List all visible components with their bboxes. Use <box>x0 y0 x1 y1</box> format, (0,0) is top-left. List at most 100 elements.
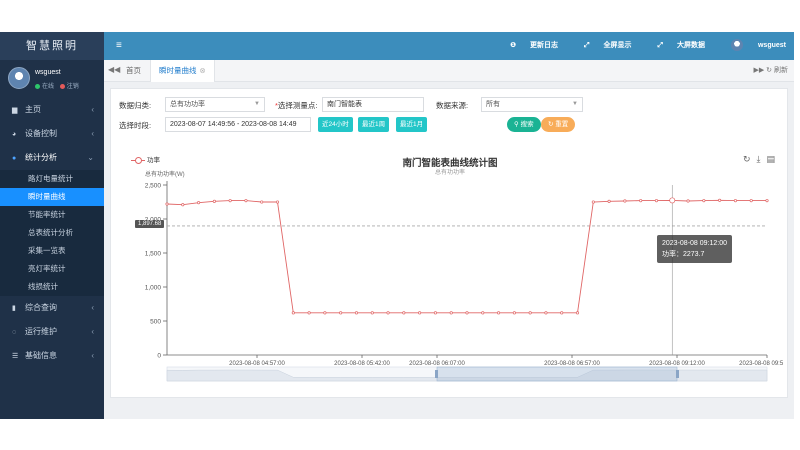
y-tick-label: 500 <box>150 319 161 326</box>
data-point[interactable] <box>512 311 516 315</box>
data-point[interactable] <box>639 199 643 203</box>
sidebar-subitem-streetlight-power[interactable]: 路灯电量统计 <box>0 170 104 188</box>
tab-scroll-right-icon[interactable]: ▶▶ <box>753 67 764 74</box>
last-month-button[interactable]: 最近1月 <box>396 117 428 132</box>
source-label: 数据来源: <box>436 101 469 110</box>
caret-down-icon: ▼ <box>572 101 578 107</box>
reset-button[interactable]: ↻ 重置 <box>541 117 576 132</box>
user-menu[interactable]: wsguest <box>719 39 786 52</box>
logout-icon[interactable] <box>59 83 65 89</box>
sidebar-subitem-meter-analysis[interactable]: 总表统计分析 <box>0 224 104 242</box>
datazoom-handle-left[interactable] <box>435 370 438 378</box>
chevron-left-icon: ‹ <box>91 303 94 312</box>
sidebar-item-maintenance[interactable]: ◌ 运行维护 ‹ <box>0 320 104 344</box>
chevron-down-icon: ⌄ <box>87 153 94 162</box>
data-point[interactable] <box>733 199 737 203</box>
data-point[interactable] <box>465 311 469 315</box>
data-point[interactable] <box>275 200 280 204</box>
sidebar-subitem-instant-curve[interactable]: 瞬时量曲线 <box>0 188 104 206</box>
data-point[interactable] <box>228 199 232 203</box>
query-panel: 数据归类: 总有功功率 ▼ *选择测量点: 南门智能表 数据来源: 所有 ▼ 选择时… <box>110 88 788 398</box>
data-point[interactable] <box>370 311 374 315</box>
sidebar-item-query[interactable]: ▮ 综合查询 ‹ <box>0 296 104 320</box>
sidebar-subitem-line-loss[interactable]: 线损统计 <box>0 278 104 296</box>
menu-toggle-icon[interactable]: ≡ <box>116 40 122 51</box>
sidebar-item-statistics[interactable]: ● 统计分析 ⌄ <box>0 146 104 170</box>
logout-link[interactable]: 注销 <box>67 84 79 90</box>
refresh-icon[interactable]: ↻ <box>766 67 772 74</box>
data-point[interactable] <box>575 311 580 315</box>
bigscreen-link[interactable]: ⤢ 大屏数据 <box>645 42 705 49</box>
tab-home[interactable]: 首页 <box>118 60 149 82</box>
data-point[interactable] <box>197 201 201 205</box>
data-point[interactable] <box>181 203 185 207</box>
expand-icon: ⤢ <box>583 42 592 49</box>
data-point[interactable] <box>497 311 501 315</box>
tab-instant-curve[interactable]: 瞬时量曲线 ⊗ <box>150 60 215 82</box>
data-point[interactable] <box>354 311 359 315</box>
online-label: 在线 <box>42 84 55 90</box>
data-point[interactable] <box>449 311 453 315</box>
sidebar-item-basic-info[interactable]: ☰ 基础信息 ‹ <box>0 344 104 368</box>
sidebar-item-home[interactable]: ▆ 主页 ‹ <box>0 98 104 122</box>
data-point[interactable] <box>765 199 769 203</box>
sidebar-subitem-collection-list[interactable]: 采集一览表 <box>0 242 104 260</box>
sidebar-subitem-energy-saving[interactable]: 节能率统计 <box>0 206 104 224</box>
data-point[interactable] <box>418 311 422 315</box>
avatar[interactable] <box>8 67 30 89</box>
last-24h-button[interactable]: 近24小时 <box>318 117 353 132</box>
data-point[interactable] <box>702 199 706 203</box>
data-point[interactable] <box>165 202 169 206</box>
data-point[interactable] <box>544 311 548 315</box>
source-select[interactable]: 所有 ▼ <box>481 97 583 112</box>
data-point[interactable] <box>560 311 564 315</box>
maintenance-icon: ◌ <box>12 329 17 336</box>
time-label: 选择时段: <box>119 121 152 130</box>
data-point[interactable] <box>528 311 532 315</box>
last-week-button[interactable]: 最近1周 <box>358 117 390 132</box>
data-point[interactable] <box>686 199 690 203</box>
data-point[interactable] <box>307 311 311 315</box>
sidebar-item-label: 设备控制 <box>25 129 57 138</box>
data-point[interactable] <box>386 311 390 315</box>
datazoom-window[interactable] <box>436 366 678 382</box>
datazoom-handle-right[interactable] <box>676 370 679 378</box>
sidebar-subitem-light-rate[interactable]: 亮灯率统计 <box>0 260 104 278</box>
data-point[interactable] <box>260 200 264 204</box>
data-point[interactable] <box>212 199 216 203</box>
data-point[interactable] <box>481 311 485 315</box>
time-range-input[interactable]: 2023-08-07 14:49:56 - 2023-08-08 14:49 <box>165 117 311 132</box>
user-status: 在线 注销 <box>35 81 79 90</box>
fullscreen-link[interactable]: ⤢ 全屏显示 <box>572 42 632 49</box>
expand-icon: ⤢ <box>657 42 666 49</box>
filter-row-2: 选择时段: 2023-08-07 14:49:56 - 2023-08-08 1… <box>119 117 779 133</box>
data-point[interactable] <box>623 199 627 203</box>
data-point[interactable] <box>339 311 343 315</box>
data-point[interactable] <box>669 197 676 204</box>
category-select[interactable]: 总有功功率 ▼ <box>165 97 265 112</box>
data-point[interactable] <box>244 199 248 203</box>
chart-plot[interactable]: 05001,0001,5002,0002,5002023-08-08 04:57… <box>117 149 783 395</box>
data-point[interactable] <box>607 199 611 203</box>
data-point[interactable] <box>749 199 753 203</box>
data-point[interactable] <box>654 199 659 203</box>
close-icon[interactable]: ⊗ <box>200 66 206 75</box>
data-point[interactable] <box>591 200 595 204</box>
data-point[interactable] <box>402 311 406 315</box>
point-input[interactable]: 南门智能表 <box>322 97 424 112</box>
search-button[interactable]: ⚲ 搜索 <box>507 117 541 132</box>
data-point[interactable] <box>433 311 437 315</box>
data-point[interactable] <box>323 311 327 315</box>
data-point[interactable] <box>291 311 295 315</box>
x-tick-label: 2023-08-08 06:07:00 <box>409 361 465 367</box>
changelog-link[interactable]: ❶ 更新日志 <box>498 42 558 49</box>
refresh-link[interactable]: 刷新 <box>774 67 788 74</box>
content-area: 数据归类: 总有功功率 ▼ *选择测量点: 南门智能表 数据来源: 所有 ▼ 选择时… <box>104 82 794 419</box>
tab-actions: ▶▶ ↻ 刷新 <box>753 60 788 82</box>
bar-icon: ▮ <box>12 305 16 312</box>
sidebar-item-device-control[interactable]: ◕ 设备控制 ‹ <box>0 122 104 146</box>
footer-bar <box>104 398 794 419</box>
chevron-left-icon: ‹ <box>91 105 94 114</box>
data-point[interactable] <box>718 198 722 202</box>
top-links: ❶ 更新日志 ⤢ 全屏显示 ⤢ 大屏数据 wsguest <box>486 32 786 60</box>
